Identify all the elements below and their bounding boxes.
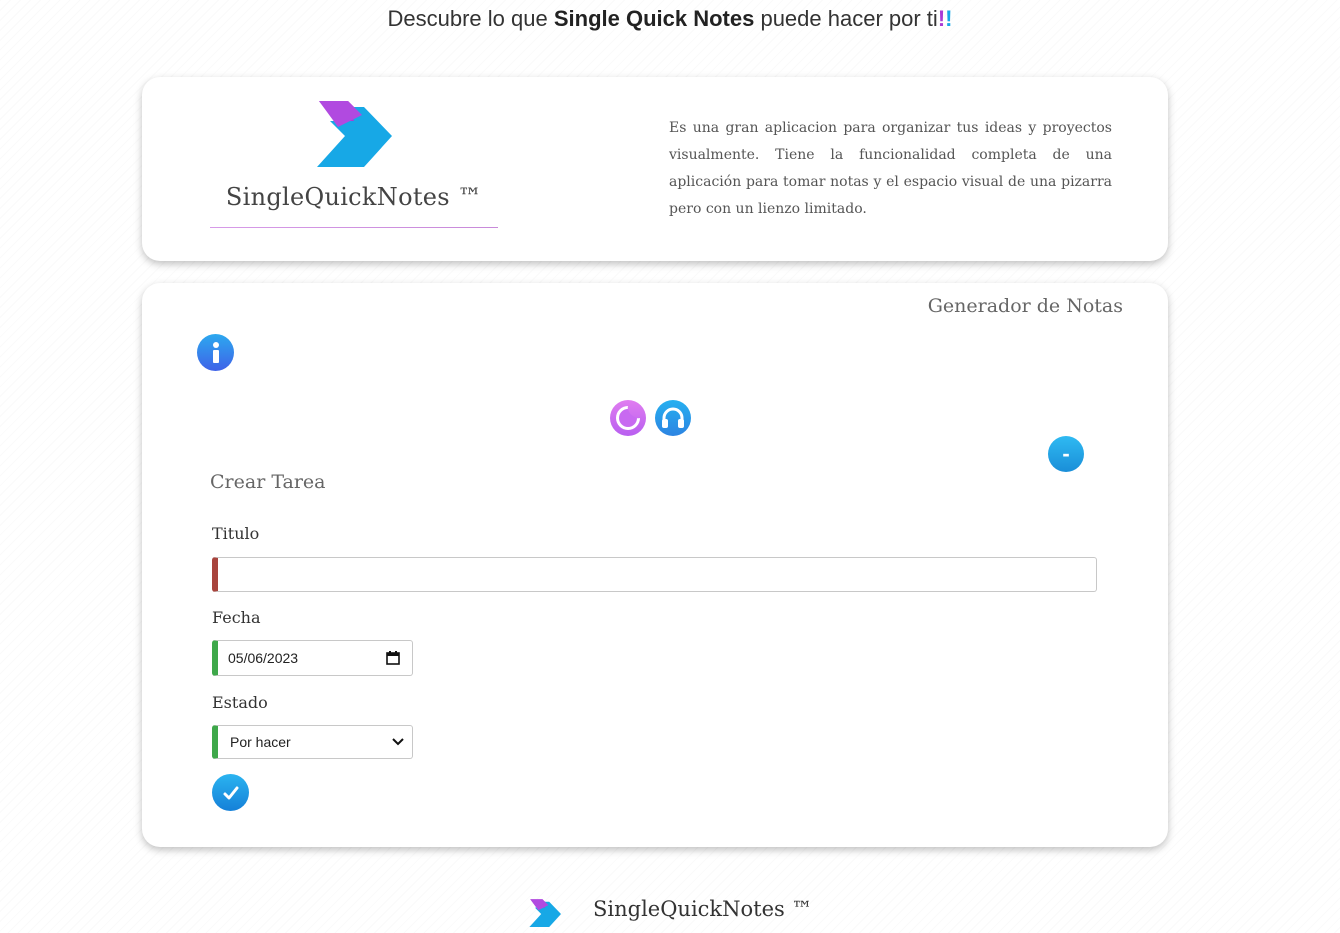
- calendar-icon[interactable]: [386, 651, 400, 665]
- headphones-icon: [662, 407, 684, 428]
- estado-label: Estado: [212, 693, 268, 712]
- info-button[interactable]: [197, 334, 234, 371]
- moon-icon: [616, 406, 640, 430]
- create-task-title: Crear Tarea: [210, 471, 326, 493]
- headline-exclamation-2: !: [945, 6, 953, 31]
- collapse-button[interactable]: -: [1048, 436, 1084, 472]
- fecha-label: Fecha: [212, 608, 261, 627]
- headline-brand: Single Quick Notes: [553, 6, 755, 31]
- footer-logo-text: SingleQuickNotes ™: [593, 897, 813, 921]
- titulo-label: Titulo: [212, 524, 260, 543]
- fecha-input[interactable]: 05/06/2023: [212, 640, 413, 676]
- intro-card: SingleQuickNotes ™ Es una gran aplicacio…: [142, 77, 1168, 261]
- note-generator-card: Generador de Notas - Crear Tarea Titulo …: [142, 283, 1168, 847]
- page-headline: Descubre lo que Single Quick Notes puede…: [0, 6, 1340, 32]
- logo-icon: [317, 101, 392, 167]
- info-icon: [212, 341, 219, 363]
- audio-button[interactable]: [655, 400, 691, 436]
- chevron-down-icon: [392, 738, 404, 746]
- theme-toggle-button[interactable]: [610, 400, 646, 436]
- fecha-value: 05/06/2023: [228, 650, 299, 666]
- checkmark-icon: [223, 786, 238, 799]
- titulo-input[interactable]: [212, 557, 1097, 592]
- intro-logo-text: SingleQuickNotes ™: [225, 183, 483, 211]
- estado-selected-value: Por hacer: [230, 734, 291, 750]
- estado-select[interactable]: Por hacer: [212, 725, 413, 759]
- intro-description: Es una gran aplicacion para organizar tu…: [669, 120, 1112, 217]
- headline-suffix: puede hacer por ti: [754, 6, 938, 31]
- logo-underline: [210, 227, 498, 228]
- submit-task-button[interactable]: [212, 774, 249, 811]
- footer-logo-icon: [529, 899, 561, 928]
- generator-title: Generador de Notas: [927, 295, 1123, 317]
- footer: SingleQuickNotes ™: [0, 893, 1340, 933]
- headline-prefix: Descubre lo que: [387, 6, 554, 31]
